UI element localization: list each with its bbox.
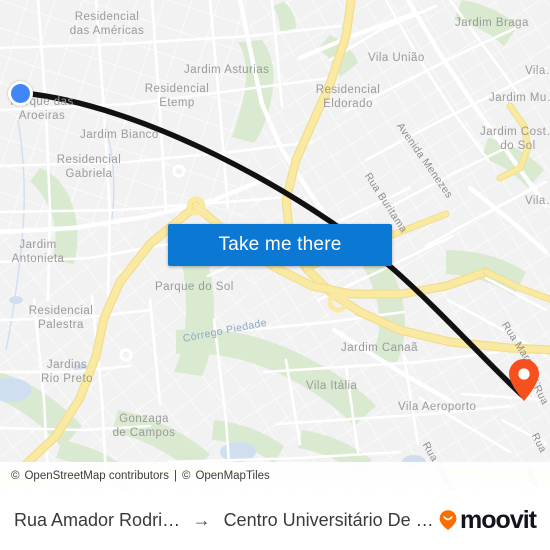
map-attribution: © OpenStreetMap contributors | © OpenMap… (0, 462, 550, 490)
arrow-right-icon: → (192, 509, 211, 530)
destination-name[interactable]: Centro Universitário De Rio… (224, 510, 437, 531)
attribution-copyright-osm: © (11, 470, 20, 482)
moovit-trip-map-screen: Residencial das Américas Jardim Asturias … (0, 0, 550, 550)
origin-name[interactable]: Rua Amador Rodrigu… (14, 510, 182, 531)
origin-dot-marker[interactable] (8, 81, 33, 106)
attribution-separator: | (173, 470, 177, 482)
moovit-wordmark: moovit (460, 505, 537, 534)
trip-endpoints-bar: Rua Amador Rodrigu… → Centro Universitár… (0, 490, 550, 550)
pin-icon (509, 359, 539, 401)
take-me-there-button[interactable]: Take me there (168, 224, 392, 266)
attribution-copyright-tiles: © (181, 470, 191, 482)
destination-pin-marker[interactable] (508, 358, 540, 402)
attribution-osm-text: OpenStreetMap contributors (24, 470, 169, 482)
moovit-logo[interactable]: moovit (437, 505, 537, 535)
moovit-pin-icon (439, 510, 457, 530)
origin-dot-inner (11, 84, 30, 103)
attribution-tiles-text: OpenMapTiles (195, 470, 270, 482)
